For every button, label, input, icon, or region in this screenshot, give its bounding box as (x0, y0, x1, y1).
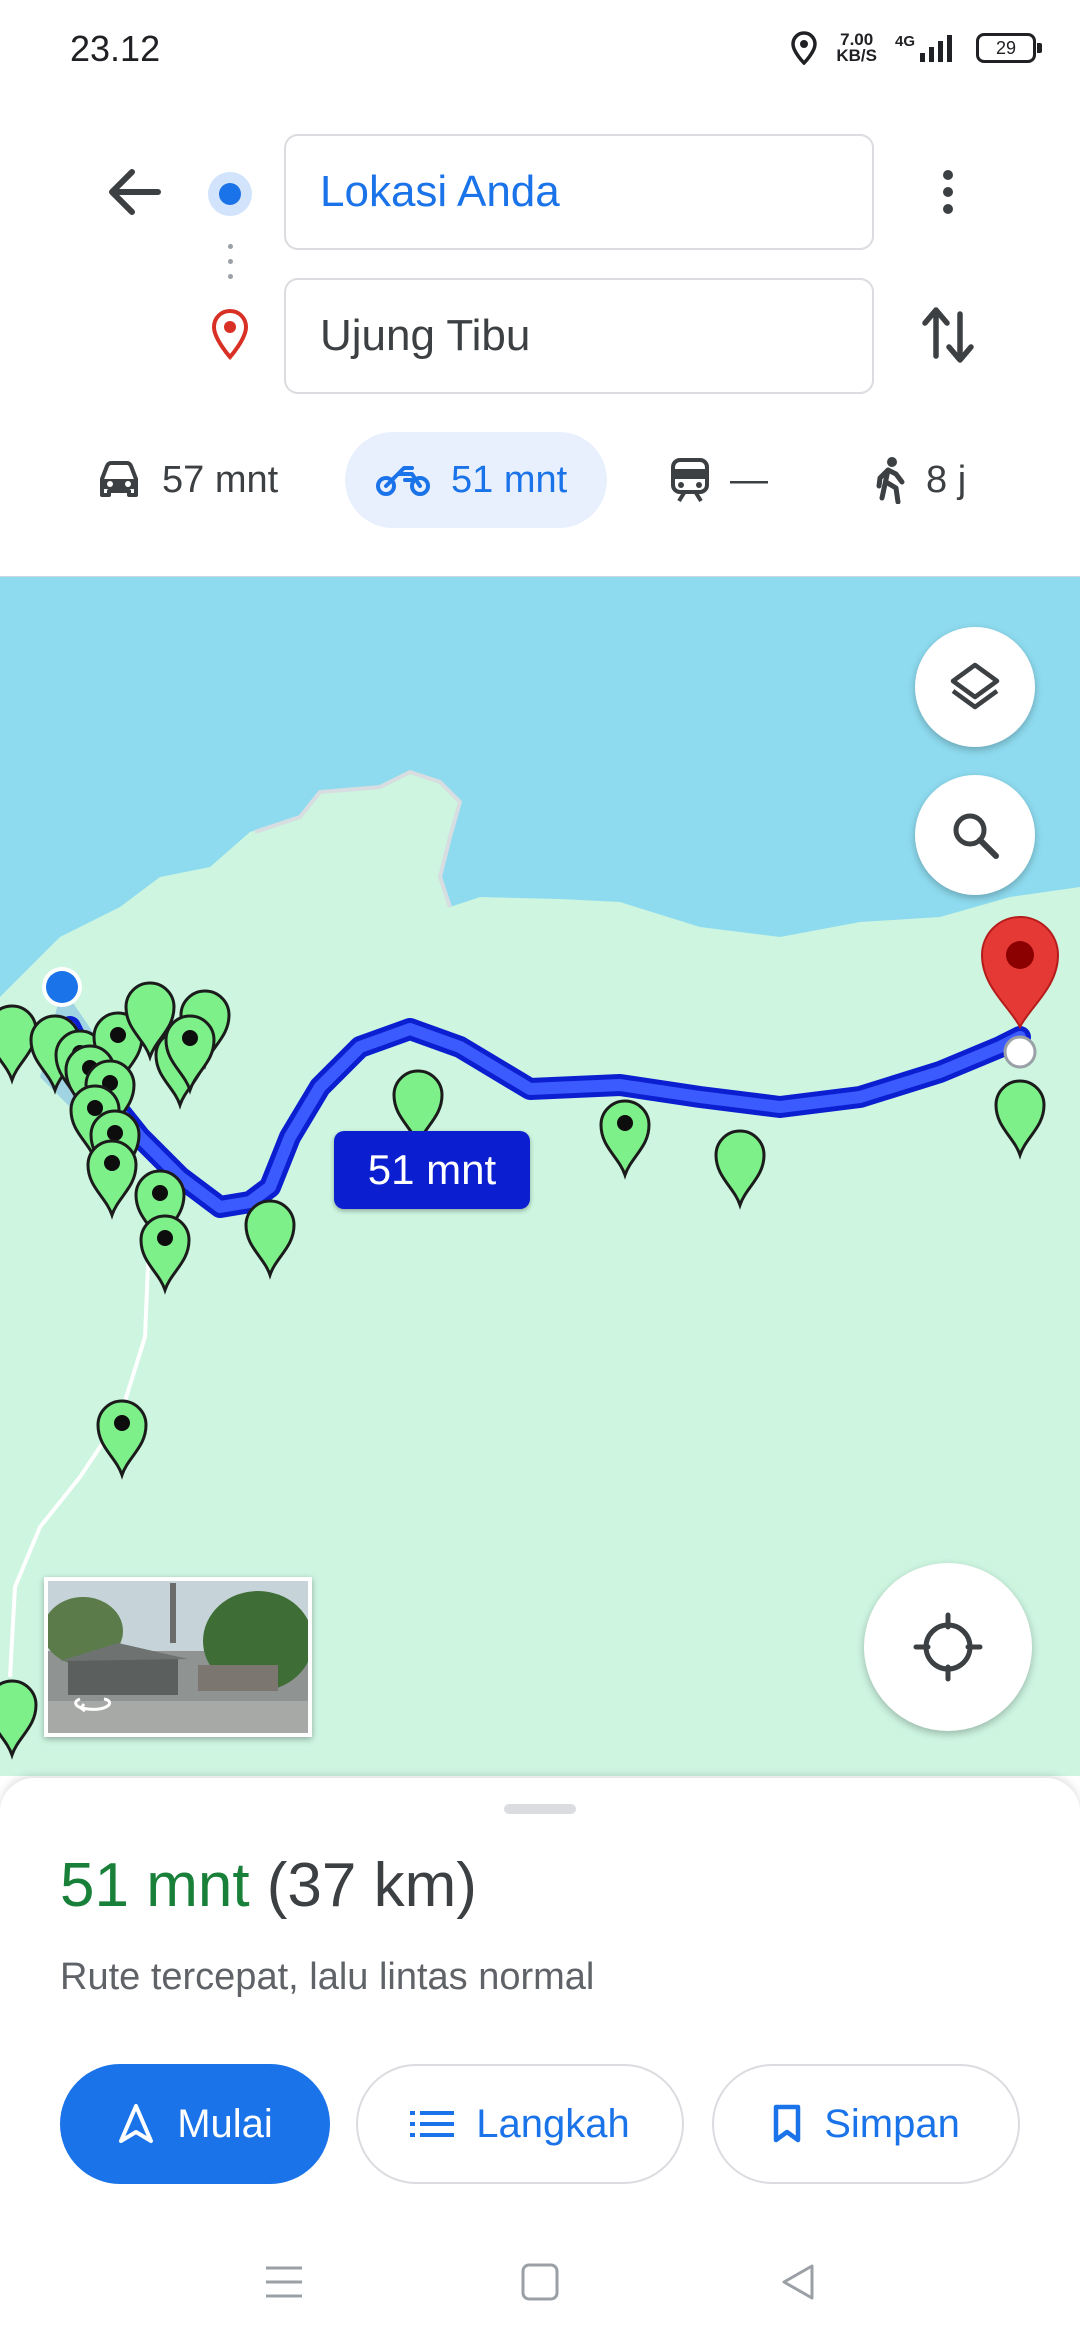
mode-motorcycle-tab[interactable]: 51 mnt (345, 432, 607, 528)
status-bar: 23.12 7.00 KB/S 4G 29 (0, 0, 1080, 96)
place-marker-dot (110, 1027, 126, 1043)
place-marker-dot (104, 1155, 120, 1171)
more-options-button[interactable] (918, 158, 978, 226)
origin-field[interactable]: Lokasi Anda (284, 134, 874, 250)
place-marker-dot (87, 1100, 103, 1116)
rotate-360-icon (74, 1697, 112, 1713)
start-navigation-button[interactable]: Mulai (60, 2064, 330, 2184)
swap-vert-icon (922, 307, 974, 363)
back-triangle-icon (782, 2264, 814, 2300)
menu-icon (266, 2266, 302, 2298)
travel-mode-tabs: 57 mnt 51 mnt — 8 j (0, 432, 1080, 528)
search-along-route-button[interactable] (915, 775, 1035, 895)
network-speed-unit: KB/S (836, 46, 877, 65)
my-location-icon (913, 1612, 983, 1682)
recent-apps-button[interactable] (262, 2260, 306, 2304)
steps-label: Langkah (476, 2101, 630, 2146)
route-connector-dots (228, 244, 234, 288)
system-back-button[interactable] (776, 2260, 820, 2304)
navigation-arrow-icon (119, 2104, 154, 2143)
signal-icon: 4G (895, 33, 958, 63)
system-navigation-bar (0, 2224, 1080, 2340)
place-marker-dot (107, 1125, 123, 1141)
mode-car-tab[interactable]: 57 mnt (96, 432, 278, 528)
mode-walk-label: 8 j (926, 458, 967, 501)
sheet-drag-handle[interactable] (504, 1804, 576, 1814)
location-status-icon (791, 31, 818, 65)
layers-button[interactable] (915, 627, 1035, 747)
route-duration-label[interactable]: 51 mnt (334, 1131, 530, 1209)
my-location-button[interactable] (864, 1563, 1032, 1731)
signal-bars-icon (920, 35, 952, 62)
place-marker-dot (114, 1415, 130, 1431)
walking-icon (876, 457, 905, 504)
mode-motorcycle-label: 51 mnt (451, 458, 568, 501)
destination-field[interactable]: Ujung Tibu (284, 278, 874, 394)
mode-walk-tab[interactable]: 8 j (872, 432, 966, 528)
arrow-left-icon (109, 169, 161, 215)
route-distance: (37 km) (266, 1851, 477, 1920)
origin-dot-icon (208, 172, 252, 216)
network-speed: 7.00 KB/S (836, 31, 877, 65)
more-vert-icon (943, 170, 953, 214)
status-time: 23.12 (70, 28, 161, 69)
start-label: Mulai (177, 2101, 273, 2146)
swap-route-button[interactable] (916, 298, 980, 372)
battery-icon: 29 (976, 33, 1042, 63)
place-marker-dot (617, 1115, 633, 1131)
list-icon (410, 2111, 455, 2137)
save-label: Simpan (824, 2101, 960, 2146)
status-icons: 7.00 KB/S 4G 29 (790, 26, 1042, 70)
destination-pin-icon (211, 308, 249, 360)
mode-transit-tab[interactable]: — (670, 432, 768, 528)
save-button[interactable]: Simpan (712, 2064, 1020, 2184)
current-location-dot[interactable] (46, 971, 78, 1003)
network-type: 4G (894, 33, 915, 50)
steps-button[interactable]: Langkah (356, 2064, 684, 2184)
route-description: Rute tercepat, lalu lintas normal (60, 1956, 595, 1998)
layers-icon (950, 662, 1000, 710)
route-summary: 51 mnt (37 km) (60, 1850, 477, 1921)
map-view[interactable]: 51 mnt (0, 576, 1080, 1776)
mode-transit-label: — (730, 458, 768, 501)
bookmark-icon (773, 2104, 801, 2143)
car-icon (100, 461, 138, 497)
train-icon (671, 458, 709, 503)
route-duration: 51 mnt (60, 1851, 250, 1920)
place-marker-dot (157, 1230, 173, 1246)
street-view-thumbnail[interactable] (44, 1577, 312, 1737)
motorcycle-icon (376, 466, 430, 496)
search-icon (953, 813, 999, 859)
mode-car-label: 57 mnt (162, 458, 279, 501)
home-square-icon (521, 2263, 559, 2301)
home-button[interactable] (518, 2260, 562, 2304)
place-marker-dot (152, 1185, 168, 1201)
back-button[interactable] (96, 160, 172, 224)
place-marker-dot (182, 1030, 198, 1046)
